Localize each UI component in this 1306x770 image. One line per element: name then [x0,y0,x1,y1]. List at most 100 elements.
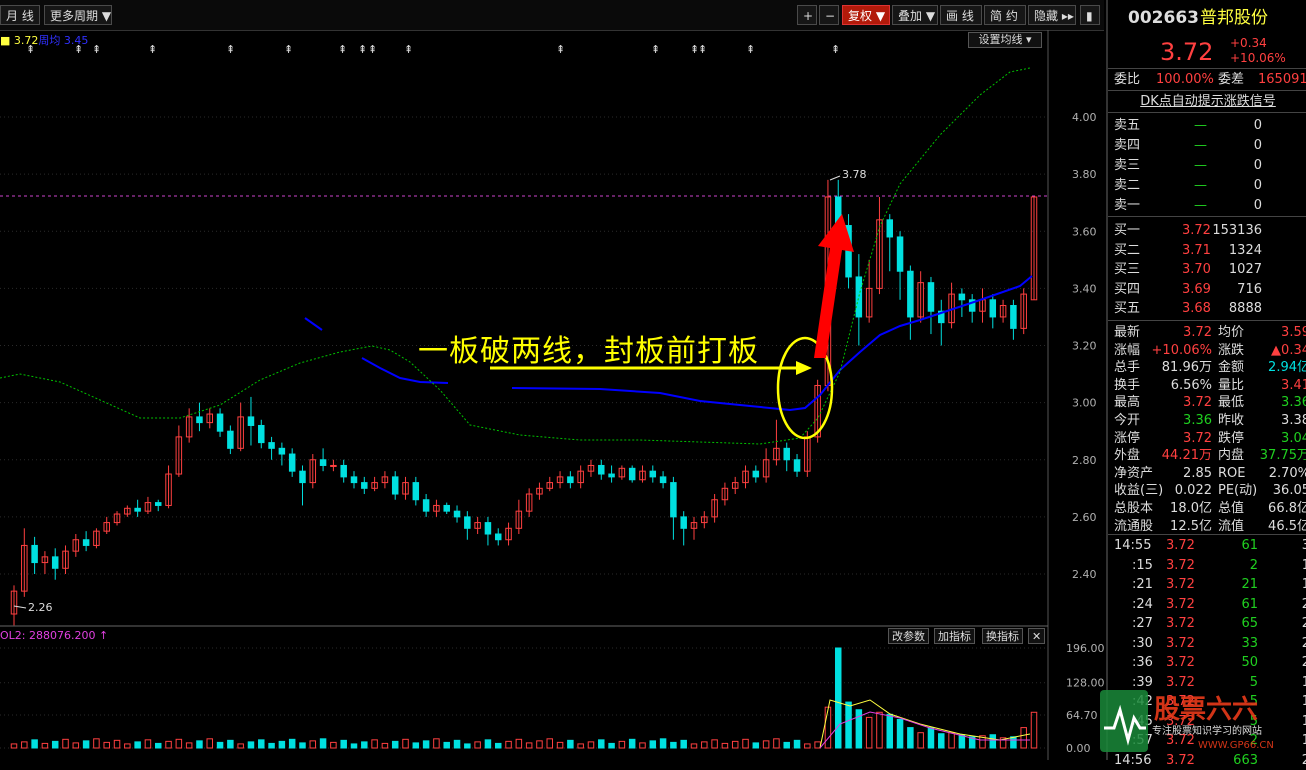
stat-row: 换手 6.56% 量比 3.41 [1108,376,1306,395]
divider [1108,112,1306,113]
buy-volume: 716 [1237,281,1262,297]
sell-price: — [1194,118,1207,133]
tick-price: 3.72 [1166,635,1195,651]
sell-volume: 0 [1253,158,1262,173]
volume-bar [515,738,523,749]
volume-bar [227,739,234,749]
volume-bar [814,741,821,749]
event-marker-icon: ⇞ [698,43,707,56]
buy-price: 3.69 [1182,281,1211,297]
volume-bar [525,742,533,749]
stat-label: 流通股 [1114,518,1154,534]
candle-body [907,270,914,318]
volume-bar [989,734,997,749]
candle-body [793,459,801,472]
candle-body [268,442,275,449]
stat-value: 3.72 [1183,430,1212,446]
volume-bar [587,741,595,749]
volume-bar [773,738,780,749]
sell-price: — [1194,158,1207,173]
tick-time: :21 [1132,577,1153,592]
tick-count: 2 [1301,655,1306,670]
stat-value: ▲0.34 [1271,342,1306,358]
volume-bar [670,741,677,749]
change-value: +0.34 [1230,36,1267,50]
period-button[interactable]: 月 线 [0,5,40,25]
change-percent: +10.06% [1230,51,1286,65]
volume-bar [824,706,832,749]
volume-bar [1030,711,1038,749]
buy-volume: 153136 [1212,223,1262,238]
buy-volume: 1324 [1228,242,1262,258]
collapse-panel-button[interactable]: ▮ [1080,5,1100,25]
volume-bar [649,740,657,749]
divider [1108,68,1306,69]
volume-bar [422,740,430,749]
volume-bar [175,738,183,749]
volume-bar [309,740,317,749]
fuquan-button[interactable]: 复权 ▼ [842,5,890,25]
candle-body [659,476,667,484]
candle-body [443,504,450,512]
y-axis-tick-label: 3.20 [1072,340,1097,353]
buy-row: 买五 3.68 8888 [1108,299,1306,318]
overlay-button[interactable]: 叠加 ▼ [892,5,938,25]
volume-bar [371,739,378,749]
volume-bar [62,738,69,749]
stat-label: 总值 [1218,501,1245,516]
candlestick-chart[interactable]: 4.003.803.603.403.203.002.802.602.40⇞ ⇞ ⇞ ⇞… [0,30,1104,760]
weibi-value: 100.00% [1156,72,1214,87]
volume-bar [1010,736,1017,749]
zoom-out-button[interactable]: − [819,5,839,25]
add-indicator-button[interactable]: 加指标 [934,628,975,644]
volume-bar [391,740,399,749]
stat-value: 46.5亿 [1268,518,1306,534]
volume-bar [876,711,883,749]
tick-price: 3.72 [1166,577,1195,592]
stat-label: 今开 [1114,413,1141,428]
candle-body [258,424,265,444]
dk-signal-link[interactable]: DK点自动提示涨跌信号 [1140,94,1276,109]
stat-row: 总手 81.96万 金额 2.94亿 [1108,358,1306,377]
tick-row: :21 3.72 21 1 [1108,575,1306,594]
stat-label: 最高 [1114,395,1141,411]
volume-bar [165,740,172,749]
sell-level-label: 卖五 [1114,118,1141,133]
watermark-title: 股票六六 [1154,695,1258,725]
panel-toggle-icon: ▮ [1086,9,1093,23]
weicha-value: 165091 [1258,72,1306,87]
draw-line-button[interactable]: 画 线 [940,5,982,25]
set-ma-button[interactable]: 设置均线 ▾ [968,32,1042,48]
stat-value: 3.38 [1281,413,1306,428]
stat-value: +10.06% [1151,342,1212,358]
buy-row: 买三 3.70 1027 [1108,260,1306,279]
volume-bar [340,739,347,749]
stat-label: 金额 [1218,360,1245,376]
candle-body [628,467,636,481]
volume-indicator-label: OL2: 288076.200 ↑ [0,629,108,642]
stat-row: 外盘 44.21万 内盘 37.75万 [1108,446,1306,465]
candle-body [278,447,286,455]
volume-bar [124,743,131,749]
sell-row: 卖三 — 0 [1108,156,1306,175]
stat-label: 跌停 [1218,430,1245,446]
high-price-label: 3.78 [842,168,867,181]
brief-button[interactable]: 简 约 [984,5,1026,25]
switch-indicator-button[interactable]: 换指标 [982,628,1023,644]
volume-bar [350,743,358,749]
tick-volume: 33 [1241,635,1258,651]
volume-bar [608,742,615,749]
close-icon[interactable]: ✕ [1028,628,1046,644]
volume-bar [958,734,966,749]
change-params-button[interactable]: 改参数 [888,628,929,644]
hide-button[interactable]: 隐藏 ▸▸ [1028,5,1076,25]
tick-count: 3 [1301,538,1306,553]
zoom-in-button[interactable]: + [797,5,817,25]
sell-level-label: 卖三 [1114,158,1141,173]
tick-row: :30 3.72 33 2 [1108,634,1306,653]
volume-bar [278,740,286,749]
buy-price: 3.68 [1182,301,1211,316]
volume-bar [268,742,275,749]
stat-label: 净资产 [1114,465,1154,481]
more-period-dropdown[interactable]: 更多周期 ▼ [44,5,112,25]
